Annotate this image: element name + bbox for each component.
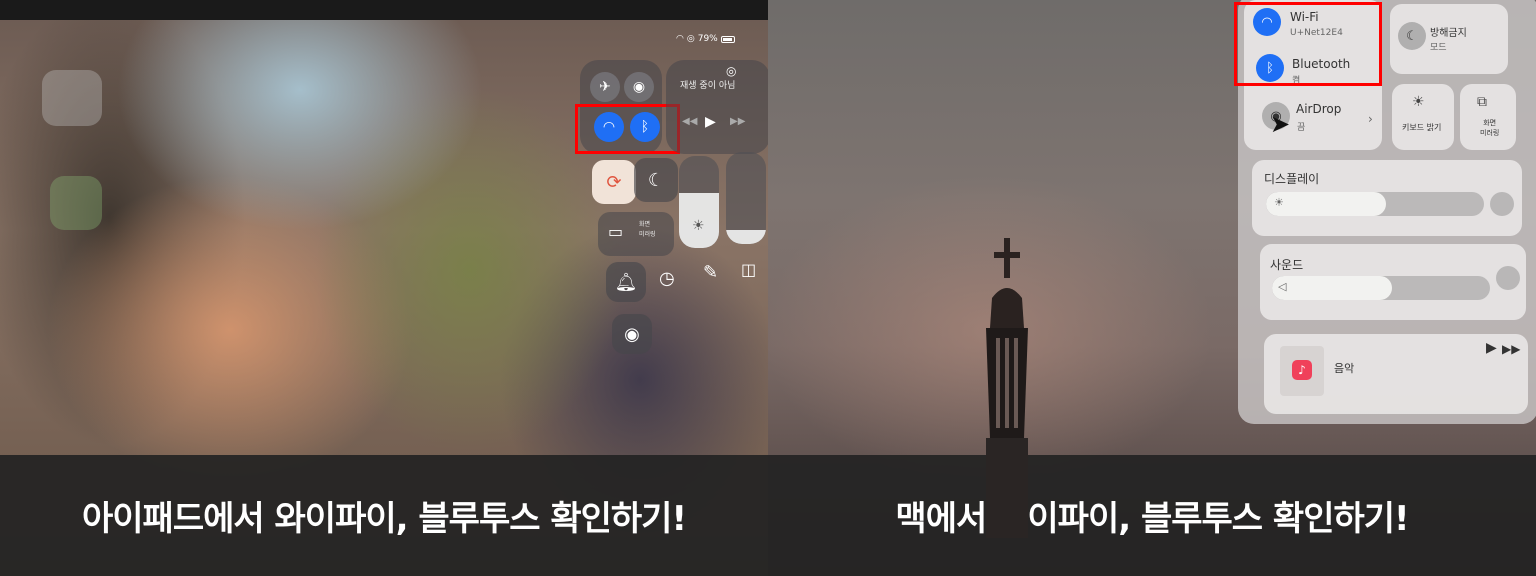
- display-settings-icon[interactable]: [1490, 192, 1514, 216]
- timer-icon[interactable]: ◷: [659, 268, 675, 289]
- music-app-icon: ♪: [1292, 360, 1312, 380]
- screen-mirroring-tile[interactable]: [1460, 84, 1516, 150]
- ipad-photo-panel: ◠ ◎ 79% ✈ ◉ ◠ ᛒ 재생 중이 아님 ◎ ▶ ◀◀ ▶▶ ⟳ ☾ ☀…: [0, 0, 768, 576]
- orientation-status-icon: ◎: [686, 34, 695, 44]
- chevron-right-icon[interactable]: ›: [1368, 112, 1373, 126]
- tablet-edge: [0, 0, 768, 20]
- mirroring-line-1: 화면: [639, 221, 651, 228]
- volume-slider[interactable]: [726, 152, 766, 244]
- screen-record-icon[interactable]: ◉: [612, 314, 652, 354]
- battery-percent: 79%: [697, 34, 718, 44]
- sound-slider[interactable]: ◁: [1272, 276, 1490, 300]
- screen-mirroring-icon: ⧉: [1477, 94, 1487, 110]
- sound-title: 사운드: [1270, 258, 1304, 272]
- blurred-app-icon: [50, 176, 102, 230]
- brightness-slider[interactable]: ☀: [679, 156, 719, 248]
- ipad-status-bar: ◠ ◎ 79%: [676, 34, 735, 44]
- mirroring-line-2: 미러링: [1480, 129, 1500, 137]
- mac-caption: 맥에서 와이파이, 블루투스 확인하기!: [768, 455, 1536, 576]
- blurred-app-icon: [42, 70, 102, 126]
- airdrop-subtitle: 끔: [1297, 123, 1306, 133]
- display-slider[interactable]: ☀: [1266, 192, 1484, 216]
- now-playing-tile[interactable]: [666, 60, 768, 154]
- airplay-icon[interactable]: ◎: [726, 64, 736, 78]
- wifi-status-icon: ◠: [676, 34, 684, 44]
- airdrop-title: AirDrop: [1296, 102, 1342, 116]
- battery-icon: [720, 35, 735, 43]
- airplay-icon[interactable]: [1496, 266, 1520, 290]
- camera-icon[interactable]: ◫: [741, 260, 756, 279]
- sun-icon: ☀: [1274, 196, 1284, 209]
- mirroring-line-2: 미러링: [639, 231, 656, 238]
- rewind-icon[interactable]: ◀◀: [682, 116, 697, 127]
- music-title: 음악: [1334, 362, 1355, 375]
- keyboard-brightness-label: 키보드 밝기: [1402, 123, 1442, 132]
- display-title: 디스플레이: [1264, 172, 1320, 186]
- dnd-subtitle: 모드: [1430, 43, 1447, 53]
- highlight-box: [1234, 2, 1382, 86]
- airplane-icon[interactable]: ✈: [590, 72, 620, 102]
- display-slider-fill: [1266, 192, 1386, 216]
- forward-icon[interactable]: ▶▶: [730, 116, 745, 127]
- mouse-cursor-icon: ➤: [1270, 110, 1291, 138]
- notes-icon[interactable]: ✎: [703, 262, 718, 283]
- screen-mirroring-label: 화면 미러링: [1480, 118, 1499, 138]
- volume-fill: [726, 230, 766, 244]
- tower-silhouette: [986, 238, 1028, 538]
- orientation-lock-icon[interactable]: ⟳: [592, 160, 636, 204]
- screen-mirroring-icon: ▭: [608, 222, 624, 241]
- speaker-icon: ◁: [1278, 280, 1287, 293]
- bell-icon[interactable]: 🔔︎: [606, 262, 646, 302]
- dnd-title: 방해금지: [1430, 28, 1467, 39]
- sound-slider-fill: [1272, 276, 1392, 300]
- play-icon[interactable]: ▶: [705, 114, 716, 130]
- play-icon[interactable]: ▶: [1486, 340, 1497, 356]
- keyboard-brightness-icon: ☀: [1412, 94, 1425, 110]
- screen-mirroring-label: 화면 미러링: [639, 220, 656, 240]
- airdrop-icon[interactable]: ◉: [624, 72, 654, 102]
- mirroring-line-1: 화면: [1483, 119, 1497, 127]
- forward-icon[interactable]: ▶▶: [1502, 342, 1520, 356]
- moon-icon[interactable]: ☾: [634, 158, 678, 202]
- sun-icon: ☀: [692, 218, 705, 234]
- now-playing-label: 재생 중이 아님: [680, 81, 736, 91]
- ipad-caption: 아이패드에서 와이파이, 블루투스 확인하기!: [0, 455, 768, 576]
- highlight-box: [575, 104, 680, 154]
- moon-icon: ☾: [1398, 22, 1426, 50]
